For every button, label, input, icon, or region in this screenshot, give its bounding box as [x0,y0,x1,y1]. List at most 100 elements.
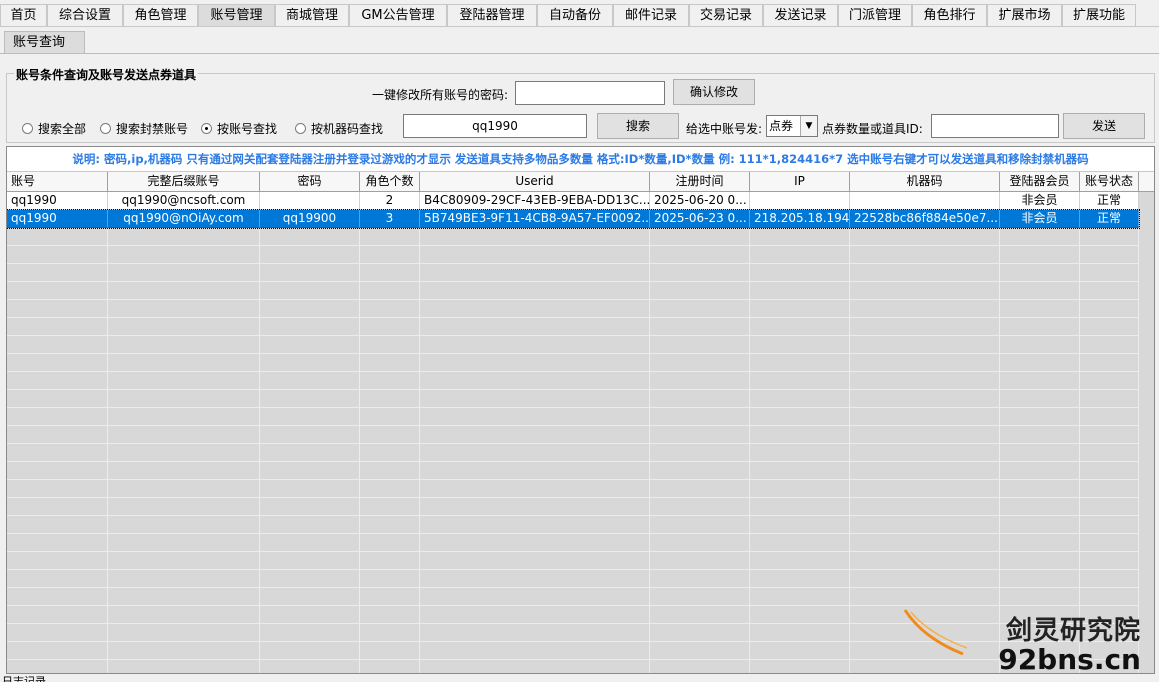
currency-select-value: 点券 [769,119,794,133]
table-cell: 2 [360,192,420,210]
table-cell [850,192,1000,210]
subtab-divider [0,53,1159,54]
app-window: 首页 综合设置 角色管理 账号管理 商城管理 GM公告管理 登陆器管理 自动备份 邮件记录 交易记… [0,0,1159,682]
watermark-en: 92bns.cn [998,643,1141,676]
table-cell: qq1990 [7,192,108,210]
watermark-cn: 剑灵研究院 [1005,616,1141,646]
table-cell [260,192,360,210]
table-cell: qq1990 [7,210,108,228]
tab-8[interactable]: 邮件记录 [613,4,689,26]
amount-input[interactable] [931,114,1059,138]
grid-vline [999,192,1000,673]
swoosh-icon [903,609,968,656]
table-cell: 2025-06-23 0... [650,210,750,228]
radio-search-banned[interactable]: 搜索封禁账号 [100,120,188,137]
tab-2[interactable]: 角色管理 [123,4,198,26]
grid-hline [7,389,1139,390]
table-cell: qq1990@ncsoft.com [108,192,260,210]
column-header[interactable]: 账号 [7,172,108,192]
table-cell: 非会员 [1000,192,1080,210]
grid-hline [7,263,1139,264]
radio-label: 按机器码查找 [311,122,384,136]
tab-divider [0,26,1159,27]
table-row[interactable]: qq1990 qq1990@ncsoft.com 2 B4C80909-29CF-43… [7,192,1139,210]
account-grid[interactable]: 说明: 密码,ip,机器码 只有通过网关配套登陆器注册并登录过游戏的才显示 发送… [6,146,1155,674]
grid-hline [7,605,1139,606]
radio-search-all[interactable]: 搜索全部 [22,120,86,137]
search-input[interactable]: qq1990 [403,114,587,138]
grid-hline [7,317,1139,318]
grid-hline [7,407,1139,408]
watermark: 剑灵研究院 92bns.cn [903,609,1141,676]
grid-vline [649,192,650,673]
table-row[interactable]: qq1990 qq1990@nOiAy.com qq19900 3 5B749BE3-9… [7,209,1140,229]
chevron-down-icon[interactable]: ▼ [800,116,817,136]
tab-10[interactable]: 发送记录 [763,4,838,26]
table-cell: 218.205.18.194 [750,210,850,228]
table-cell: 3 [360,210,420,228]
column-header[interactable]: 完整后缀账号 [108,172,260,192]
radio-circle-icon [22,123,33,134]
table-cell: qq19900 [260,210,360,228]
column-header[interactable]: 账号状态 [1080,172,1139,192]
grid-vline [359,192,360,673]
confirm-change-button[interactable]: 确认修改 [673,79,755,105]
grid-hline [7,497,1139,498]
radio-search-by-machine[interactable]: 按机器码查找 [295,120,383,137]
grid-hline [7,281,1139,282]
radio-circle-icon [295,123,306,134]
send-button[interactable]: 发送 [1063,113,1145,139]
grid-hline [7,533,1139,534]
log-label: 日志记录 [2,676,46,682]
grid-hline [7,299,1139,300]
tab-11[interactable]: 门派管理 [838,4,912,26]
send-label: 给选中账号发: [686,122,763,136]
table-cell: B4C80909-29CF-43EB-9EBA-DD13C... [420,192,650,210]
tab-12[interactable]: 角色排行 [912,4,987,26]
column-header[interactable]: IP [750,172,850,192]
column-header[interactable]: 角色个数 [360,172,420,192]
grid-hline [7,371,1139,372]
group-title: 账号条件查询及账号发送点券道具 [14,66,199,83]
grid-hline [7,425,1139,426]
grid-hline [7,569,1139,570]
grid-vline [1138,192,1139,673]
tab-7[interactable]: 自动备份 [537,4,613,26]
column-header[interactable]: 登陆器会员 [1000,172,1080,192]
radio-search-by-account[interactable]: 按账号查找 [201,120,277,137]
radio-circle-icon [100,123,111,134]
table-cell: qq1990@nOiAy.com [108,210,260,228]
tab-6[interactable]: 登陆器管理 [447,4,537,26]
currency-select[interactable]: 点券 ▼ [766,115,818,137]
tab-1[interactable]: 综合设置 [47,4,123,26]
tab-9[interactable]: 交易记录 [689,4,763,26]
grid-hline [7,335,1139,336]
column-header[interactable]: 密码 [260,172,360,192]
grid-hline [7,461,1139,462]
main-tabbar: 首页 综合设置 角色管理 账号管理 商城管理 GM公告管理 登陆器管理 自动备份 邮件记录 交易记… [0,4,1159,26]
grid-vline [107,192,108,673]
column-header[interactable]: Userid [420,172,650,192]
table-cell: 5B749BE3-9F11-4CB8-9A57-EF0092... [420,210,650,228]
tab-3[interactable]: 账号管理 [198,4,275,26]
radio-label: 搜索封禁账号 [116,122,189,136]
tab-13[interactable]: 扩展市场 [987,4,1062,26]
grid-hline [7,353,1139,354]
grid-vline [749,192,750,673]
tab-14[interactable]: 扩展功能 [1062,4,1136,26]
grid-hline [7,551,1139,552]
search-button[interactable]: 搜索 [597,113,679,139]
table-cell: 非会员 [1000,210,1080,228]
tab-5[interactable]: GM公告管理 [349,4,447,26]
grid-vline [849,192,850,673]
tab-4[interactable]: 商城管理 [275,4,349,26]
column-header[interactable]: 注册时间 [650,172,750,192]
subtab-account-query[interactable]: 账号查询 [4,31,85,53]
grid-vline [419,192,420,673]
radio-label: 按账号查找 [217,122,278,136]
table-cell: 正常 [1080,192,1139,210]
tab-0[interactable]: 首页 [0,4,47,26]
column-header[interactable]: 机器码 [850,172,1000,192]
password-change-input[interactable] [515,81,665,105]
grid-hline [7,479,1139,480]
